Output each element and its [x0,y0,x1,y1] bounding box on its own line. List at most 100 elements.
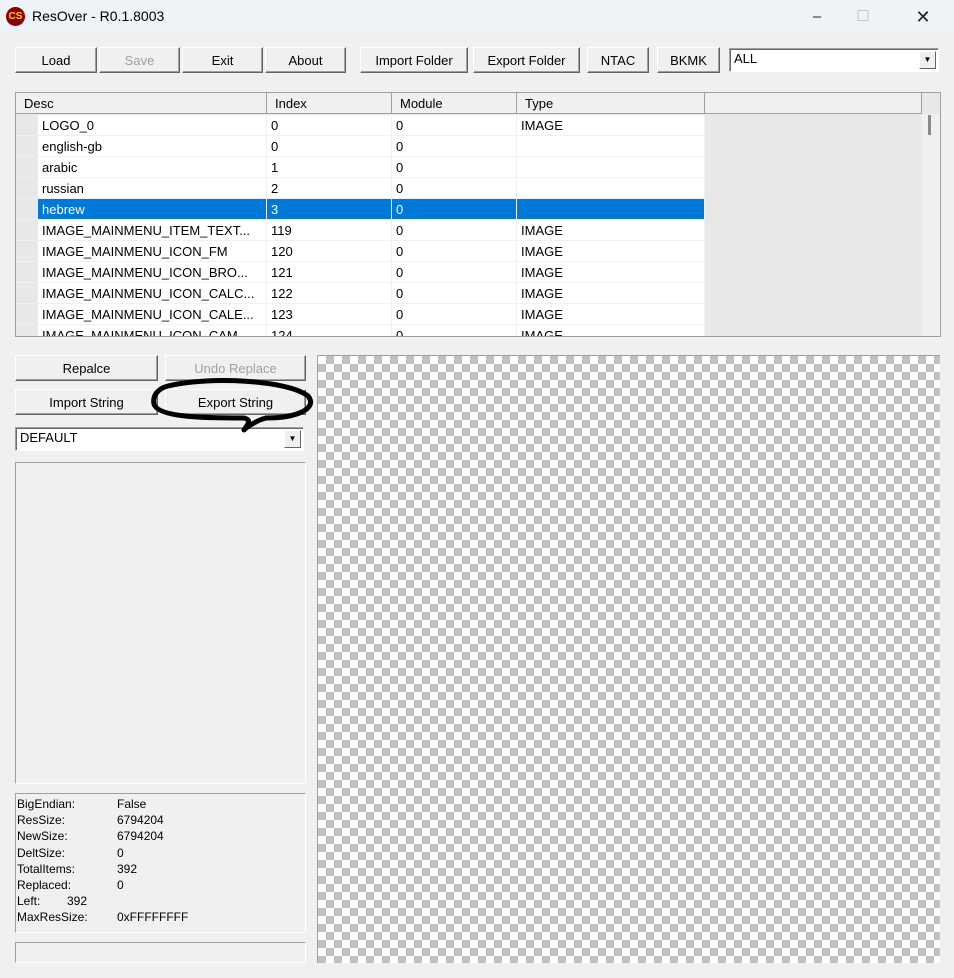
cell-desc: IMAGE_MAINMENU_ICON_FM [38,241,267,262]
info-label: MaxResSize: [17,910,88,925]
cell-index: 0 [267,136,392,157]
info-value: 392 [67,894,88,909]
load-button[interactable]: Load [15,47,97,73]
info-row: Replaced: 0 [17,877,304,893]
window-title: ResOver - R0.1.8003 [32,8,165,24]
replace-button[interactable]: Repalce [15,355,158,381]
table-row[interactable]: IMAGE_MAINMENU_ITEM_TEXT... 119 0 IMAGE [16,220,921,241]
cell-desc: IMAGE_MAINMENU_ICON_BRO... [38,262,267,283]
cell-desc: russian [38,178,267,199]
info-value: False [117,797,147,811]
cell-type: IMAGE [517,220,705,241]
cell-module: 0 [392,157,517,178]
column-header-desc[interactable]: Desc [16,93,267,114]
info-row: DeltSize: 0 [17,845,304,861]
resource-grid[interactable]: Desc Index Module Type LOGO_0 0 0 IMAGE engl… [15,92,941,337]
column-header-index[interactable]: Index [267,93,392,114]
cell-module: 0 [392,304,517,325]
table-row[interactable]: LOGO_0 0 0 IMAGE [16,115,921,136]
cell-module: 0 [392,262,517,283]
info-value: 6794204 [117,829,164,844]
column-header-empty [705,93,922,114]
cell-module: 0 [392,325,517,336]
string-list[interactable] [15,462,306,784]
about-button[interactable]: About [265,47,346,73]
row-indicator[interactable] [16,283,38,304]
row-indicator[interactable] [16,220,38,241]
language-value: DEFAULT [20,430,78,445]
minimize-icon[interactable]: – [794,0,840,34]
cell-index: 121 [267,262,392,283]
table-row[interactable]: IMAGE_MAINMENU_ICON_CALE... 123 0 IMAGE [16,304,921,325]
info-row: BigEndian: False [17,796,304,812]
title-bar: CS ResOver - R0.1.8003 – ☐ ✕ [0,0,954,34]
cell-module: 0 [392,283,517,304]
column-header-module[interactable]: Module [392,93,517,114]
cell-index: 124 [267,325,392,336]
cell-index: 2 [267,178,392,199]
row-indicator[interactable] [16,241,38,262]
info-label: DeltSize: [17,845,66,860]
cell-desc: IMAGE_MAINMENU_ICON_CALC... [38,283,267,304]
table-row[interactable]: russian 2 0 [16,178,921,199]
vertical-scrollbar[interactable] [922,114,940,336]
cell-module: 0 [392,115,517,136]
app-logo-icon: CS [6,7,25,26]
close-icon[interactable]: ✕ [900,0,946,34]
chevron-down-icon[interactable]: ▼ [919,51,936,69]
cell-desc: IMAGE_MAINMENU_ICON_CALE... [38,304,267,325]
cell-index: 0 [267,115,392,136]
cell-index: 123 [267,304,392,325]
info-row: Left: 392 [17,893,304,909]
column-header-type[interactable]: Type [517,93,705,114]
scrollbar-thumb[interactable] [928,115,931,135]
table-row[interactable]: IMAGE_MAINMENU_ICON_BRO... 121 0 IMAGE [16,262,921,283]
exit-button[interactable]: Exit [182,47,263,73]
table-row[interactable]: IMAGE_MAINMENU_ICON_FM 120 0 IMAGE [16,241,921,262]
filter-combo[interactable]: ALL ▼ [729,48,939,72]
cell-module: 0 [392,220,517,241]
table-row[interactable]: IMAGE_MAINMENU_ICON_CAM... 124 0 IMAGE [16,325,921,336]
table-row[interactable]: arabic 1 0 [16,157,921,178]
cell-type: IMAGE [517,304,705,325]
row-indicator[interactable] [16,157,38,178]
status-box [15,942,306,963]
cell-type: IMAGE [517,115,705,136]
table-row[interactable]: english-gb 0 0 [16,136,921,157]
table-row[interactable]: hebrew 3 0 [16,199,921,220]
row-indicator[interactable] [16,199,38,220]
export-folder-button[interactable]: Export Folder [473,47,580,73]
cell-index: 122 [267,283,392,304]
info-row: ResSize: 6794204 [17,812,304,828]
row-indicator[interactable] [16,178,38,199]
info-value: 392 [117,861,138,876]
import-string-button[interactable]: Import String [15,389,158,415]
annotation-circle [151,378,313,433]
cell-index: 3 [267,199,392,220]
row-indicator[interactable] [16,325,38,336]
cell-index: 119 [267,220,392,241]
info-value: 0xFFFFFFFF [117,910,189,925]
bkmk-button[interactable]: BKMK [657,47,720,73]
cell-desc: IMAGE_MAINMENU_ICON_CAM... [38,325,267,336]
info-value: 0 [117,845,124,860]
row-indicator[interactable] [16,136,38,157]
info-row: NewSize: 6794204 [17,828,304,844]
cell-type: IMAGE [517,283,705,304]
info-value: 0 [117,877,124,892]
cell-type [517,157,705,178]
import-folder-button[interactable]: Import Folder [360,47,468,73]
save-button[interactable]: Save [99,47,180,73]
cell-type: IMAGE [517,241,705,262]
ntac-button[interactable]: NTAC [587,47,649,73]
image-preview [317,355,940,963]
row-indicator[interactable] [16,115,38,136]
cell-type [517,199,705,220]
maximize-icon[interactable]: ☐ [840,0,886,34]
row-indicator[interactable] [16,304,38,325]
table-row[interactable]: IMAGE_MAINMENU_ICON_CALC... 122 0 IMAGE [16,283,921,304]
cell-desc: arabic [38,157,267,178]
cell-module: 0 [392,241,517,262]
cell-desc: LOGO_0 [38,115,267,136]
row-indicator[interactable] [16,262,38,283]
